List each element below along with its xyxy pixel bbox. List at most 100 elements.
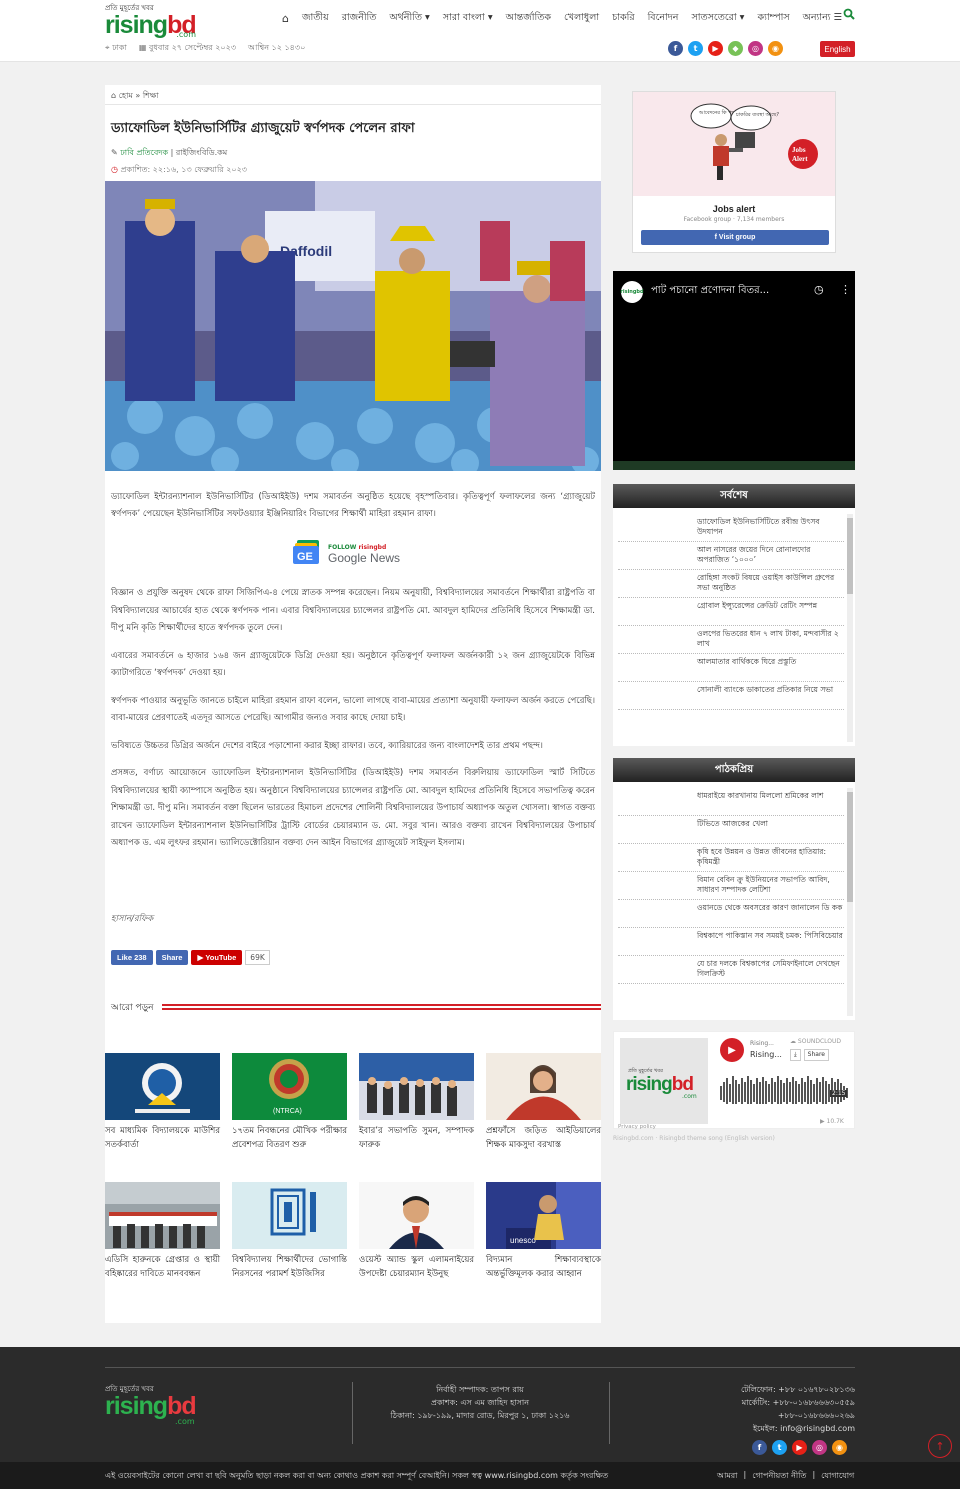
latest-news-item[interactable]: ওলপের ভিতরের ধান ৭ লাখ টাকা, মন্দবাসীর ২… [618,626,844,654]
related-title: প্রশ্নফাঁসে জড়িত আইডিয়ালের শিক্ষক মাকস… [486,1126,601,1150]
popular-news-item[interactable]: ওয়ানডে থেকে অবসরের কারণ জানালেন ডি কক [618,900,844,928]
related-item[interactable]: ওয়েস্ট অ্যান্ড স্কুল এলামনাইয়ের উপদেষ্… [359,1182,474,1281]
latest-news-item[interactable]: রোহিঙ্গা সংকট বিষয়ে ওয়াইস কাউন্সিল গ্র… [618,570,844,598]
svg-text:(NTRCA): (NTRCA) [273,1108,302,1115]
footer-link-contact[interactable]: যোগাযোগ [821,1470,854,1483]
english-version-button[interactable]: English [820,41,855,57]
watch-later-icon[interactable]: ◷ [814,283,824,296]
jobs-alert-widget[interactable]: আবেদনের কি পদ্ধতি চাকরির ব্যবস্থা আছে? J… [632,91,836,253]
visit-group-button[interactable]: f Visit group [641,230,829,245]
related-item[interactable]: (NTRCA) ১৭তম নিবন্ধনের মৌখিক পরীক্ষার প্… [232,1053,347,1152]
footer-logo[interactable]: প্রতি মুহূর্তের খবর risingbd .com [105,1383,197,1426]
breadcrumb-section[interactable]: শিক্ষা [143,91,159,100]
latest-news-item[interactable]: ড্যাফোডিল ইউনিভার্সিটিতে রবীন্দ্র উৎসব উ… [618,514,844,542]
related-thumbnail [105,1053,220,1120]
youtube-icon[interactable]: ▶ [708,41,723,56]
nav-item[interactable]: অর্থনীতি ▾ [389,11,429,26]
footer-link-privacy[interactable]: গোপনীয়তা নীতি [752,1470,806,1483]
youtube-video-embed[interactable]: risingbd পাট পচানো প্রণোদনা বিতর... ◷ ⋮ [613,271,855,470]
more-options-icon[interactable]: ⋮ [840,283,851,296]
related-item[interactable]: প্রশ্নফাঁসে জড়িত আইডিয়ালের শিক্ষক মাকস… [486,1053,601,1152]
nav-item[interactable]: বিনোদন [648,11,679,26]
gnews-brand-text: risingbd [358,544,387,551]
footer-divider-left [352,1382,353,1444]
nav-item[interactable]: রাজনীতি [342,11,377,26]
privacy-policy-link[interactable]: Privacy policy [618,1124,656,1130]
twitter-icon[interactable]: t [772,1440,787,1455]
latest-news-item[interactable]: সোনালী ব্যাংকে ডাকাতের প্রতিকার নিয়ে সভ… [618,682,844,710]
youtube-subscribe-button[interactable]: ▶ YouTube [191,950,243,965]
google-news-follow[interactable]: GE FOLLOW risingbd Google News [293,537,409,569]
popular-news-item[interactable]: ধামরাইয়ে কারখানায় মিললো শ্রমিকের লাশ [618,788,844,816]
home-icon[interactable]: ⌂ [282,12,289,25]
date-bar: ⌖ ঢাকা ▦ বুধবার ২৭ সেপ্টেম্বর ২০২৩ আশ্বি… [105,42,305,55]
facebook-like-button[interactable]: Like 238 [111,950,153,965]
nav-item[interactable]: ক্যাম্পাস [757,11,789,26]
youtube-icon: ▶ [197,953,206,962]
twitter-icon[interactable]: t [688,41,703,56]
rss-icon[interactable]: ◉ [768,41,783,56]
site-logo[interactable]: প্রতি মুহূর্তের খবর risingbd .com [105,2,201,39]
footer-phone: টেলিফোন: +৮৮ ০১৬৭৮০২৮১৩৬ [740,1385,855,1394]
article-paragraph: প্রসঙ্গত, বর্ণাঢ্য আয়োজনে ড্যাফোডিল ইন্… [111,768,595,848]
article-paragraph: স্বর্ণপদক পাওয়ার অনুভূতি জানতে চাইলে মা… [111,695,595,724]
nav-item[interactable]: জাতীয় [302,11,329,26]
latest-news-item[interactable]: আলমাতার বার্থিককে ঘিরে প্রস্তুতি [618,654,844,682]
nav-item[interactable]: খেলাধুলা [564,11,599,26]
facebook-share-button[interactable]: Share [155,950,189,965]
soundcloud-user[interactable]: Rising... [750,1040,774,1047]
facebook-icon[interactable]: f [752,1440,767,1455]
rss-icon[interactable]: ◉ [832,1440,847,1455]
instagram-icon[interactable]: ◎ [812,1440,827,1455]
home-icon[interactable]: ⌂ [111,91,116,100]
author-link[interactable]: ঢাবি প্রতিবেদক [120,148,168,157]
popular-news-item[interactable]: টিভিতে আজকের খেলা [618,816,844,844]
related-item[interactable]: বিশ্ববিদ্যালয় শিক্ষার্থীদের ভোগান্তি নি… [232,1182,347,1281]
latest-news-scrollbar[interactable] [847,514,853,742]
android-icon[interactable]: ◆ [728,41,743,56]
popular-news-item[interactable]: কৃষি হবে উন্নয়ন ও উন্নত জীবনের হাতিয়ার… [618,844,844,872]
soundcloud-track[interactable]: Rising... [750,1050,784,1059]
nav-item[interactable]: সাতসতেরো ▾ [691,11,744,26]
play-button[interactable]: ▶ [720,1038,744,1062]
nav-item[interactable]: চাকরি [612,11,634,26]
popular-news-item[interactable]: বিশ্বকাপে পাকিস্তান সব সময়ই চমক: পিসিবি… [618,928,844,956]
nav-item[interactable]: আন্তর্জাতিক [506,11,551,26]
jobs-alert-image: আবেদনের কি পদ্ধতি চাকরির ব্যবস্থা আছে? J… [633,92,835,196]
facebook-icon[interactable]: f [668,41,683,56]
soundcloud-footer-links[interactable]: Risingbd.com · Risingbd theme song (Engl… [613,1135,855,1142]
footer-email[interactable]: ইমেইল: info@risingbd.com [640,1422,855,1435]
instagram-icon[interactable]: ◎ [748,41,763,56]
date-text: ▦ বুধবার ২৭ সেপ্টেম্বর ২০২৩ [138,43,237,52]
footer-link-about[interactable]: আমরা [717,1470,738,1483]
popular-news-item[interactable]: যে চার দলকে বিশ্বকাপের সেমিফাইনালে দেখছে… [618,956,844,984]
gnews-follow-text: FOLLOW [328,544,357,551]
breadcrumb-home[interactable]: হোম [119,91,133,100]
related-title: ১৭তম নিবন্ধনের মৌখিক পরীক্ষার প্রবেশপত্র… [232,1126,347,1150]
nav-item[interactable]: সারা বাংলা ▾ [443,11,493,26]
footer-marketing-alt: +৮৮-০১৬৮৬৬৬০২৬৯ [777,1411,855,1420]
related-item[interactable]: ইবার’র সভাপতি সুমন, সম্পাদক ফারুক [359,1053,474,1152]
bangla-date-text: আশ্বিন ১২ ১৪৩০ [248,43,306,52]
nav-item-more[interactable]: অন্যান্য ☰ [803,11,842,26]
latest-news-item[interactable]: আল নাসরের জয়ের দিনে রোনালদোর অপরাজিত ‘১… [618,542,844,570]
channel-logo[interactable]: risingbd [620,281,644,303]
scroll-to-top-button[interactable]: ↑ [928,1434,952,1458]
latest-news-item[interactable]: গ্রোবাল ইন্স্যুরেন্সের ক্রেডিট রেটিং সম্… [618,598,844,626]
soundcloud-player: প্রতি মুহূর্তের খবর risingbd .com ▶ Risi… [613,1031,855,1130]
related-item[interactable]: সব মাধ্যমিক বিদ্যালয়কে মাউশির সতর্কবার্… [105,1053,220,1152]
related-item[interactable]: এডিসি হারুনকে গ্রেপ্তার ও স্থায়ী বহিষ্ক… [105,1182,220,1281]
popular-news-item[interactable]: বিমান বেবিন ক্রু ইউনিয়নের সভাপতি আবিদ, … [618,872,844,900]
soundcloud-logo[interactable]: ☁ SOUNDCLOUD [790,1038,841,1045]
popular-news-scrollbar[interactable] [847,788,853,1016]
related-title: বিশ্ববিদ্যালয় শিক্ষার্থীদের ভোগান্তি নি… [232,1255,347,1279]
search-icon[interactable] [843,8,855,23]
share-button[interactable]: Share [803,1049,829,1061]
footer-publisher: প্রকাশক: এস এম জাহিদ হাসান [430,1398,530,1407]
article-headline: ড্যাফোডিল ইউনিভার্সিটির গ্র্যাজুয়েট স্ব… [111,121,415,136]
video-title[interactable]: পাট পচানো প্রণোদনা বিতর... [651,283,801,300]
related-item[interactable]: unesco বিদ্যমান শিক্ষাব্যবস্থাকে অন্তর্ভ… [486,1182,601,1281]
location-text: ⌖ ঢাকা [105,43,127,52]
download-icon[interactable]: ⤓ [790,1049,801,1061]
youtube-icon[interactable]: ▶ [792,1440,807,1455]
